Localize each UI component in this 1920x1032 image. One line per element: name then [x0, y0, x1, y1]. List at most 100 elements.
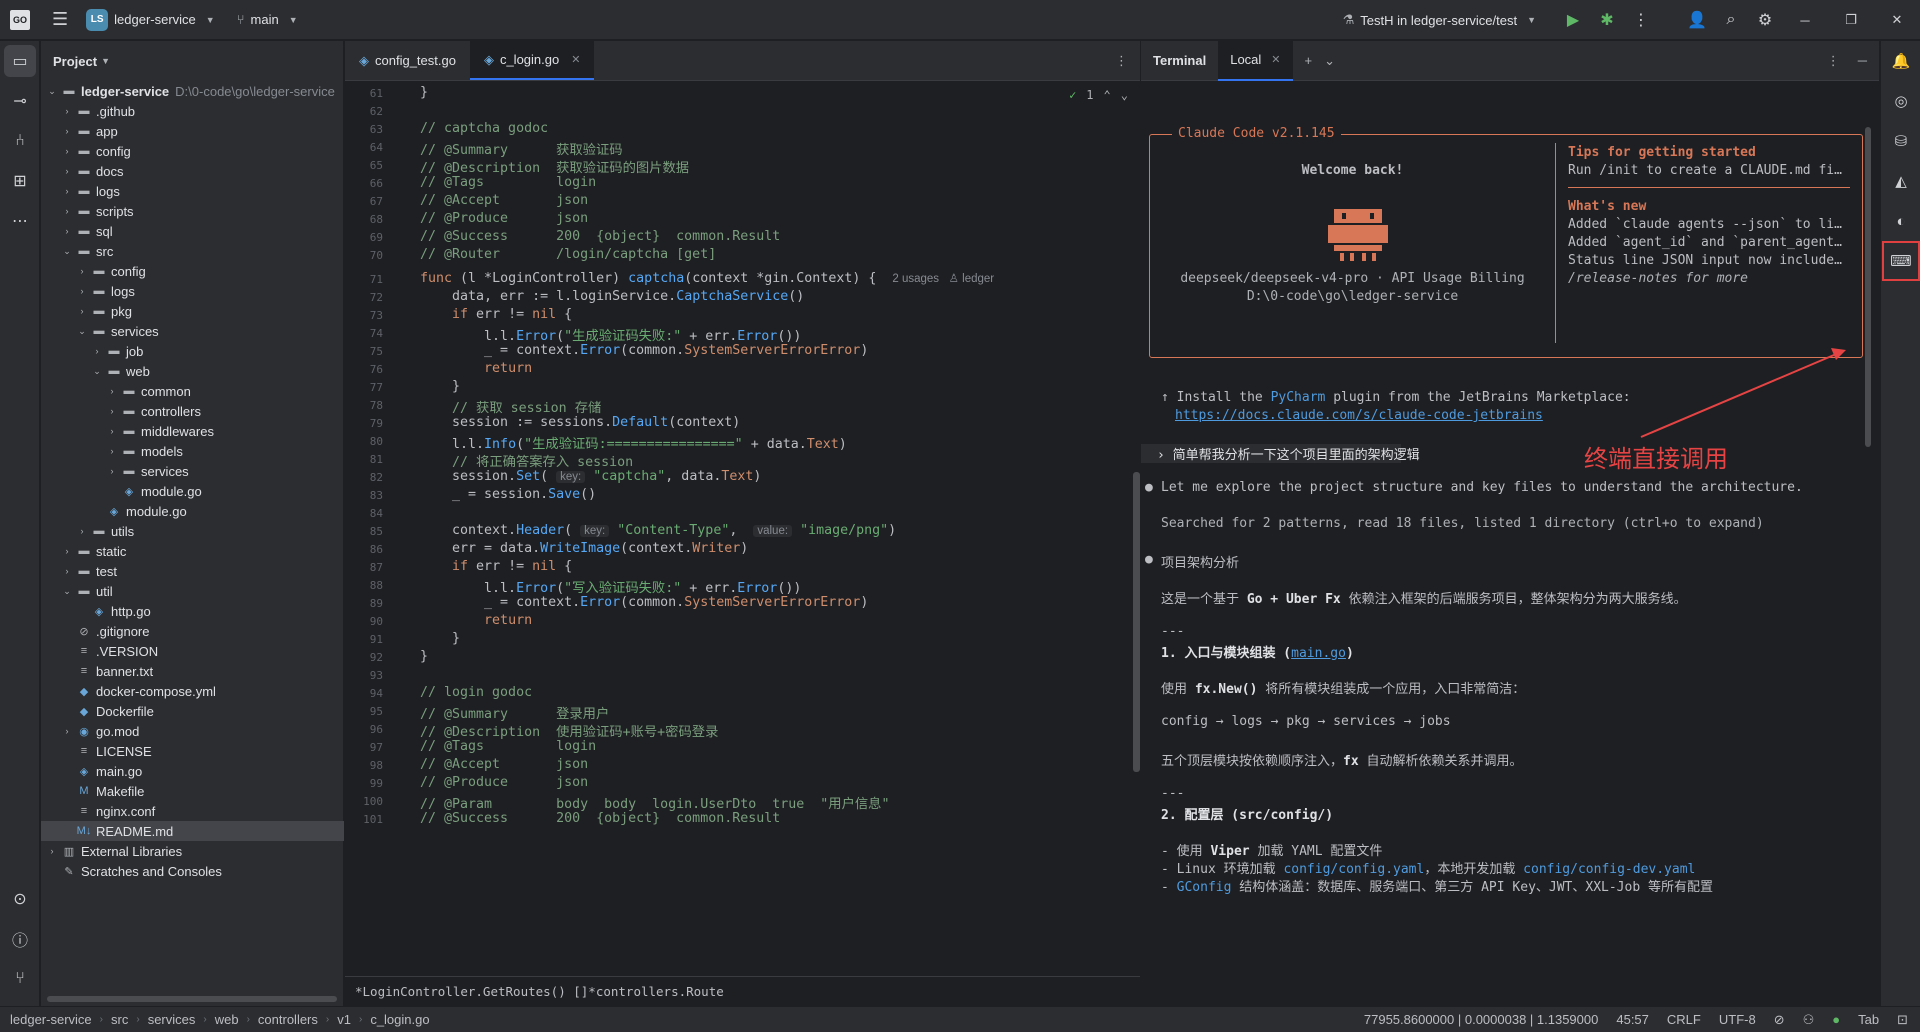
- tree-item[interactable]: › ▬ controllers: [41, 401, 344, 421]
- code-line[interactable]: }: [420, 649, 428, 664]
- code-line[interactable]: }: [420, 631, 460, 646]
- code-line[interactable]: data, err := l.loginService.CaptchaServi…: [420, 289, 804, 304]
- tree-item[interactable]: › ▬ services: [41, 461, 344, 481]
- chevron-up-icon[interactable]: ⌃: [1104, 88, 1111, 102]
- breadcrumb-item[interactable]: web: [215, 1012, 239, 1027]
- git-tool-icon[interactable]: ⑂: [0, 959, 40, 999]
- tree-item[interactable]: › ▬ docs: [41, 161, 344, 181]
- tree-item[interactable]: ⌄ ▬ services: [41, 321, 344, 341]
- problems-tool-icon[interactable]: ⓘ: [0, 919, 40, 959]
- tree-item[interactable]: ◈ module.go: [41, 501, 344, 521]
- tree-item[interactable]: › ▥ External Libraries: [41, 841, 344, 861]
- code-area[interactable]: ✓ 1 ⌃ ⌄ 61} 62 63 // captcha godoc 64 // @Summ…: [345, 82, 1140, 975]
- chevron-down-icon[interactable]: ⌄: [60, 246, 74, 257]
- branch-switcher[interactable]: ⑂ main ▼: [237, 12, 298, 27]
- project-tool-icon[interactable]: ▭: [4, 45, 36, 77]
- chevron-right-icon[interactable]: ›: [75, 306, 89, 316]
- tab-local-session[interactable]: Local ✕: [1218, 40, 1293, 81]
- notifications-icon[interactable]: 🔔: [1881, 41, 1920, 81]
- code-line[interactable]: l.l.Info("生成验证码:================" + data…: [420, 433, 847, 452]
- code-line[interactable]: // 将正确答案存入 session: [420, 451, 633, 470]
- file-encoding[interactable]: UTF-8: [1719, 1012, 1756, 1027]
- restore-button[interactable]: ❐: [1828, 0, 1874, 40]
- code-line[interactable]: context.Header( key: "Content-Type", val…: [420, 523, 896, 538]
- tree-item[interactable]: › ▬ config: [41, 141, 344, 161]
- close-tab-icon[interactable]: ✕: [1271, 53, 1280, 66]
- tree-item[interactable]: ◈ main.go: [41, 761, 344, 781]
- breadcrumb-item[interactable]: ledger-service: [10, 1012, 92, 1027]
- editor-breadcrumb-footer[interactable]: *LoginController.GetRoutes() []*controll…: [345, 976, 1140, 1006]
- chevron-right-icon[interactable]: ›: [105, 386, 119, 396]
- add-user-icon[interactable]: 👤: [1680, 3, 1714, 37]
- close-window-button[interactable]: ✕: [1874, 0, 1920, 40]
- tree-item[interactable]: › ▬ middlewares: [41, 421, 344, 441]
- main-menu-icon[interactable]: ☰: [52, 9, 68, 30]
- tree-item[interactable]: › ▬ app: [41, 121, 344, 141]
- readonly-toggle-icon[interactable]: ⊘: [1774, 1012, 1785, 1028]
- project-horizontal-scrollbar[interactable]: [47, 996, 337, 1002]
- tree-item[interactable]: ◈ http.go: [41, 601, 344, 621]
- tree-item[interactable]: ⌄ ▬ src: [41, 241, 344, 261]
- minimize-button[interactable]: ─: [1782, 0, 1828, 40]
- chevron-right-icon[interactable]: ›: [60, 226, 74, 236]
- code-line[interactable]: return: [420, 361, 532, 376]
- tree-item[interactable]: › ▬ sql: [41, 221, 344, 241]
- more-tools-icon[interactable]: ⋯: [0, 201, 40, 241]
- tab-actions-icon[interactable]: ⋮: [1103, 41, 1140, 80]
- code-line[interactable]: // @Tags login: [420, 175, 596, 190]
- chevron-right-icon[interactable]: ›: [60, 546, 74, 556]
- hide-panel-icon[interactable]: ─: [1858, 53, 1867, 69]
- editor-vertical-scrollbar[interactable]: [1133, 472, 1140, 772]
- tree-item[interactable]: ◈ module.go: [41, 481, 344, 501]
- code-line[interactable]: _ = context.Error(common.SystemServerErr…: [420, 343, 868, 358]
- chevron-right-icon[interactable]: ›: [75, 286, 89, 296]
- code-line[interactable]: // @Produce json: [420, 775, 588, 790]
- inspection-widget[interactable]: ✓ 1 ⌃ ⌄: [1069, 88, 1128, 102]
- chevron-down-icon[interactable]: ⌄: [60, 586, 74, 597]
- tree-item[interactable]: M Makefile: [41, 781, 344, 801]
- tree-item[interactable]: › ▬ test: [41, 561, 344, 581]
- terminal-tool-icon[interactable]: ⌨: [1882, 241, 1920, 281]
- lock-icon[interactable]: ⊡: [1897, 1012, 1908, 1028]
- tree-item[interactable]: ◆ docker-compose.yml: [41, 681, 344, 701]
- tree-item[interactable]: › ▬ utils: [41, 521, 344, 541]
- terminal-vertical-scrollbar[interactable]: [1865, 127, 1871, 447]
- cursor-position[interactable]: 45:57: [1616, 1012, 1649, 1027]
- more-actions-icon[interactable]: ⋮: [1624, 3, 1658, 37]
- tree-item[interactable]: › ▬ logs: [41, 181, 344, 201]
- code-line[interactable]: // @Accept json: [420, 193, 588, 208]
- code-line[interactable]: // 获取 session 存储: [420, 397, 601, 416]
- code-line[interactable]: // @Produce json: [420, 211, 588, 226]
- chevron-down-icon[interactable]: ⌄: [1324, 53, 1335, 69]
- tree-item[interactable]: › ▬ logs: [41, 281, 344, 301]
- code-line[interactable]: session := sessions.Default(context): [420, 415, 740, 430]
- code-line[interactable]: if err != nil {: [420, 307, 572, 322]
- breadcrumb-item[interactable]: src: [111, 1012, 128, 1027]
- breadcrumb-item[interactable]: v1: [337, 1012, 351, 1027]
- chevron-right-icon[interactable]: ›: [75, 266, 89, 276]
- chevron-right-icon[interactable]: ›: [105, 446, 119, 456]
- chevron-down-icon[interactable]: ⌄: [90, 366, 104, 377]
- breadcrumb-item[interactable]: controllers: [258, 1012, 318, 1027]
- chevron-right-icon[interactable]: ›: [45, 846, 59, 856]
- run-config-selector[interactable]: ⚗ TestH in ledger-service/test ▼: [1343, 12, 1536, 28]
- tree-item[interactable]: › ▬ job: [41, 341, 344, 361]
- tree-root[interactable]: ⌄ ▬ ledger-service D:\0-code\go\ledger-s…: [41, 81, 344, 101]
- terminal-output[interactable]: Claude Code v2.1.145 Welcome back! deeps…: [1141, 82, 1879, 1006]
- tree-item[interactable]: ≡ banner.txt: [41, 661, 344, 681]
- code-line[interactable]: // @Success 200 {object} common.Result: [420, 811, 780, 826]
- pull-requests-icon[interactable]: ⑃: [0, 121, 40, 161]
- project-panel-header[interactable]: Project ▼: [41, 41, 343, 81]
- tree-item[interactable]: ⌄ ▬ util: [41, 581, 344, 601]
- run-icon[interactable]: ▶: [1556, 3, 1590, 37]
- tree-item[interactable]: › ▬ static: [41, 541, 344, 561]
- code-line[interactable]: // @Router /login/captcha [get]: [420, 247, 716, 262]
- chevron-down-icon[interactable]: ⌄: [1121, 88, 1128, 102]
- breadcrumb-item[interactable]: services: [148, 1012, 196, 1027]
- code-line[interactable]: l.l.Error("写入验证码失败:" + err.Error()): [420, 577, 801, 596]
- structure-icon[interactable]: ⊞: [0, 161, 40, 201]
- code-line[interactable]: session.Set( key: "captcha", data.Text): [420, 469, 761, 484]
- chevron-right-icon[interactable]: ›: [105, 426, 119, 436]
- tab-config-test[interactable]: ◈ config_test.go: [345, 41, 470, 80]
- database-icon[interactable]: ⛁: [1881, 121, 1920, 161]
